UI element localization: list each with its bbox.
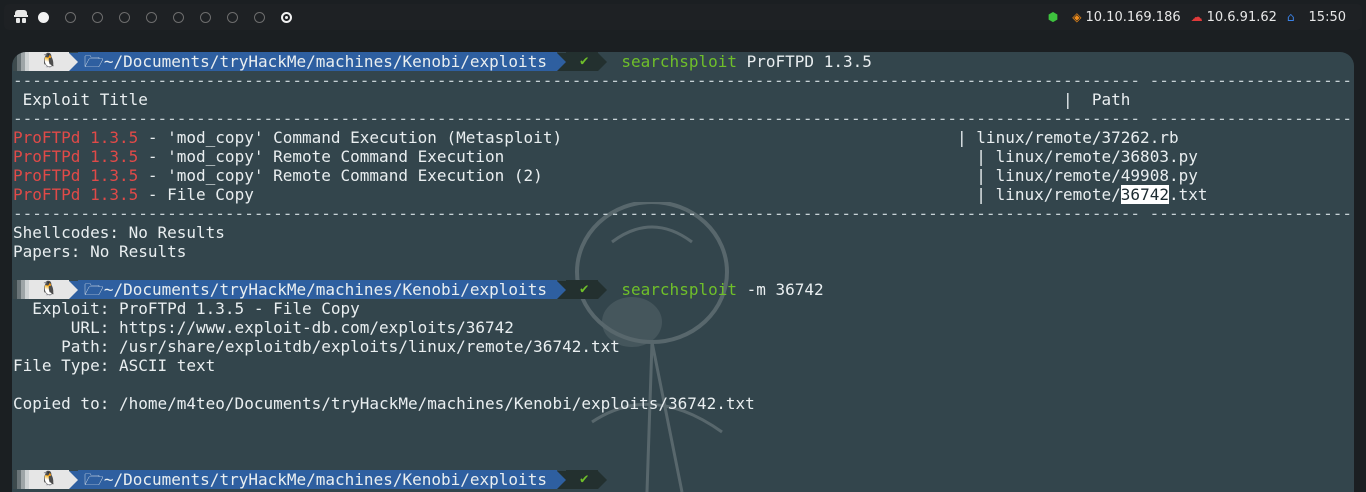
search-highlight: 36742 [1120, 185, 1169, 204]
table-divider: ----------------------------------------… [13, 71, 1354, 90]
table-row: ProFTPd 1.3.5 - 'mod_copy' Remote Comman… [13, 166, 1198, 185]
table-divider: ----------------------------------------… [13, 109, 1354, 128]
prompt-line-3[interactable]: 🐧 🗁~/Documents/tryHackMe/machines/Kenobi… [13, 470, 1353, 489]
workspace-3[interactable] [92, 11, 103, 23]
prompt-path: 🗁~/Documents/tryHackMe/machines/Kenobi/e… [78, 470, 557, 489]
check-icon: ✔ [565, 470, 599, 489]
status-area: ⬢ ◈ 10.10.169.186 ☁ 10.6.91.62 ⌂ 15:50 [1038, 10, 1346, 25]
command-args: ProFTPD 1.3.5 [746, 52, 872, 71]
cube-icon: ⬢ [1047, 10, 1059, 24]
workspace-8[interactable] [227, 11, 238, 23]
top-bar: ⬢ ◈ 10.10.169.186 ☁ 10.6.91.62 ⌂ 15:50 [4, 4, 1362, 30]
workspace-5[interactable] [146, 11, 157, 23]
check-icon: ✔ [565, 280, 599, 299]
linux-icon: 🐧 [29, 52, 69, 71]
workspace-1[interactable] [38, 11, 49, 23]
table-row: ProFTPd 1.3.5 - 'mod_copy' Remote Comman… [13, 147, 1198, 166]
workspace-4[interactable] [119, 11, 130, 23]
prompt-line-1: 🐧 🗁~/Documents/tryHackMe/machines/Kenobi… [13, 52, 1353, 71]
linux-icon: 🐧 [29, 280, 69, 299]
workspace-indicator [38, 11, 308, 23]
table-row: ProFTPd 1.3.5 - File Copy | linux/remote… [13, 185, 1208, 204]
workspace-2[interactable] [65, 11, 76, 23]
prompt-path: 🗁~/Documents/tryHackMe/machines/Kenobi/e… [78, 280, 557, 299]
mirror-path: Path: /usr/share/exploitdb/exploits/linu… [13, 337, 620, 356]
linux-icon: 🐧 [29, 470, 69, 489]
prompt-line-2: 🐧 🗁~/Documents/tryHackMe/machines/Kenobi… [13, 280, 1353, 299]
target-ip: ◈ 10.10.169.186 [1072, 9, 1181, 25]
workspace-10[interactable] [281, 11, 292, 23]
home-icon: ⌂ [1286, 10, 1295, 24]
table-divider: ----------------------------------------… [13, 204, 1354, 223]
vpn-ip: ☁ 10.6.91.62 [1190, 9, 1277, 25]
cloud-icon: ☁ [1190, 10, 1203, 24]
mirror-copied: Copied to: /home/m4teo/Documents/tryHack… [13, 394, 755, 413]
workspace-9[interactable] [254, 11, 265, 23]
home: ⌂ [1287, 10, 1299, 24]
terminal-window[interactable]: 🐧 🗁~/Documents/tryHackMe/machines/Kenobi… [12, 52, 1354, 492]
mirror-url: URL: https://www.exploit-db.com/exploits… [13, 318, 514, 337]
workspace-7[interactable] [200, 11, 211, 23]
target-icon: ◈ [1072, 10, 1082, 24]
folder-icon: 🗁 [84, 280, 104, 299]
folder-icon: 🗁 [84, 470, 104, 489]
clock: 15:50 [1308, 9, 1346, 25]
incognito-logo-icon [14, 10, 28, 24]
shellcodes-result: Shellcodes: No Results [13, 223, 225, 242]
command-args: -m 36742 [746, 280, 824, 299]
vpn-status: ⬢ [1048, 10, 1062, 24]
command-name: searchsploit [621, 52, 737, 71]
workspace-6[interactable] [173, 11, 184, 23]
folder-icon: 🗁 [84, 52, 104, 71]
command-name: searchsploit [621, 280, 737, 299]
papers-result: Papers: No Results [13, 242, 187, 261]
table-header: Exploit Title | Path [22, 90, 1131, 109]
mirror-filetype: File Type: ASCII text [13, 356, 216, 375]
mirror-exploit: Exploit: ProFTPd 1.3.5 - File Copy [13, 299, 360, 318]
check-icon: ✔ [565, 52, 599, 71]
table-row: ProFTPd 1.3.5 - 'mod_copy' Command Execu… [13, 128, 1179, 147]
prompt-path: 🗁~/Documents/tryHackMe/machines/Kenobi/e… [78, 52, 557, 71]
